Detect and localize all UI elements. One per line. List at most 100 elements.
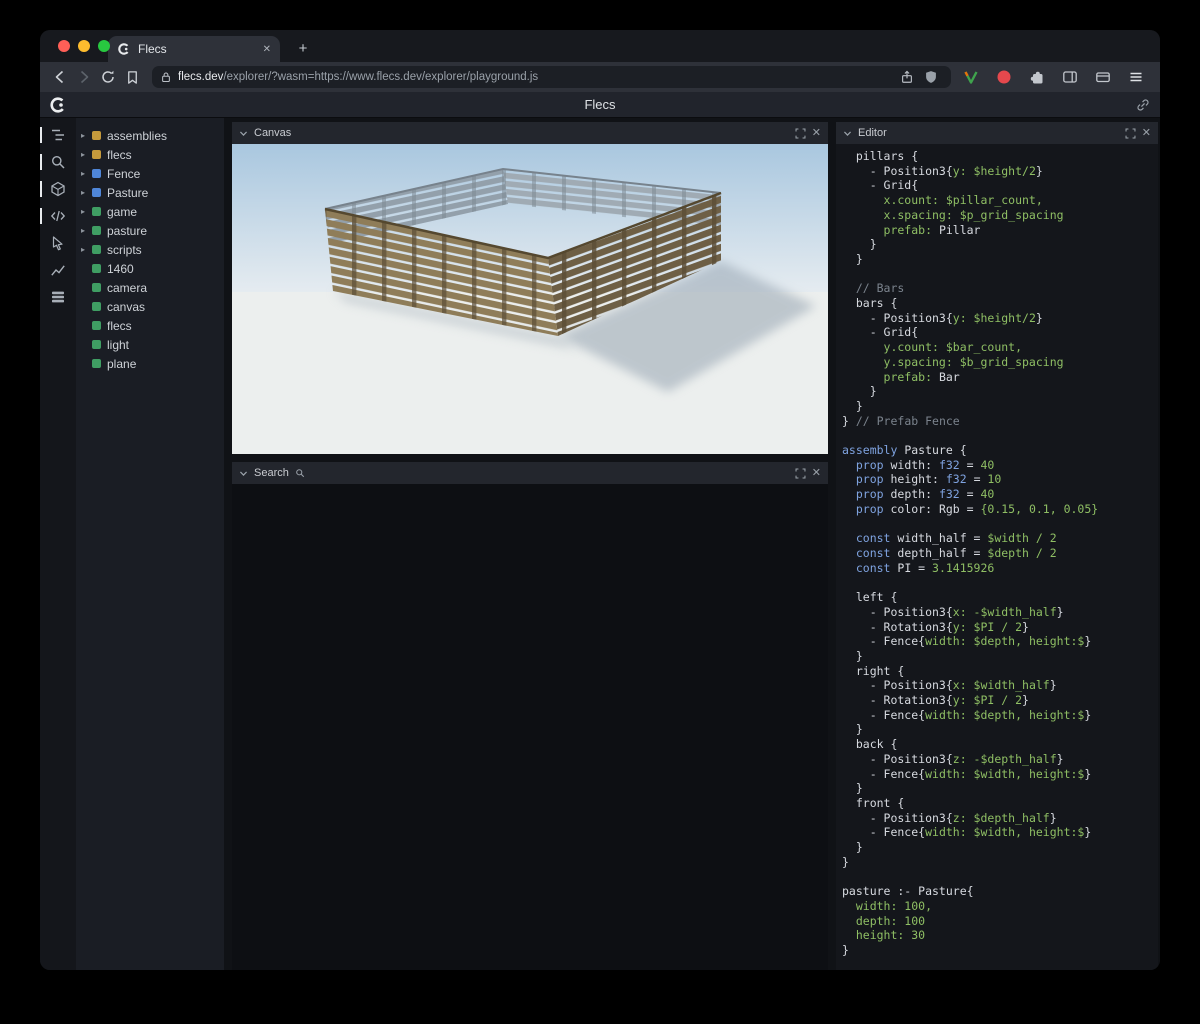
main-column: Canvas ✕	[232, 122, 828, 970]
window-minimize-button[interactable]	[78, 40, 90, 52]
tree-item-canvas[interactable]: canvas	[76, 297, 224, 316]
rail-code-editor-button[interactable]	[40, 207, 76, 225]
editor-panel-header: Editor ✕	[836, 122, 1158, 144]
red-dot-extension-icon[interactable]	[992, 65, 1016, 89]
chevron-down-icon[interactable]	[239, 130, 248, 137]
share-link-icon[interactable]	[1136, 98, 1150, 112]
entity-kind-icon	[92, 207, 101, 216]
tree-item-label: flecs	[107, 319, 132, 333]
canvas-panel-body	[232, 144, 828, 454]
secure-lock-icon	[160, 71, 172, 83]
browser-window: Flecs ✕ + flecs.dev/explorer/?wasm=https…	[40, 30, 1160, 970]
rail-entity-tree-button[interactable]	[40, 126, 76, 144]
entity-kind-icon	[92, 169, 101, 178]
rail-statistics-button[interactable]	[40, 261, 76, 279]
tree-item-plane[interactable]: plane	[76, 354, 224, 373]
rail-search-button[interactable]	[40, 153, 76, 171]
entity-kind-icon	[92, 321, 101, 330]
sidebar-panel-icon[interactable]	[1058, 65, 1082, 89]
browser-tab[interactable]: Flecs ✕	[108, 36, 280, 62]
tab-close-icon[interactable]: ✕	[263, 44, 271, 55]
tab-title: Flecs	[138, 42, 256, 56]
entity-kind-icon	[92, 245, 101, 254]
tree-item-label: scripts	[107, 243, 142, 257]
entity-kind-icon	[92, 150, 101, 159]
search-panel-body[interactable]	[232, 484, 828, 970]
entity-tree-panel: ▸ assemblies ▸ flecs ▸ Fence ▸ Pasture ▸game▸pas…	[76, 118, 224, 970]
app-body: ▸ assemblies ▸ flecs ▸ Fence ▸ Pasture ▸game▸pas…	[40, 118, 1160, 970]
rail-data-tables-button[interactable]	[40, 288, 76, 306]
close-panel-icon[interactable]: ✕	[1142, 128, 1151, 139]
green-v-extension-icon[interactable]	[959, 65, 983, 89]
close-panel-icon[interactable]: ✕	[812, 128, 821, 139]
entity-tree-list: ▸ assemblies ▸ flecs ▸ Fence ▸ Pasture ▸game▸pas…	[76, 126, 224, 373]
browser-toolbar: flecs.dev/explorer/?wasm=https://www.fle…	[40, 62, 1160, 92]
tree-item-label: flecs	[107, 148, 132, 162]
tree-item-label: Pasture	[107, 186, 148, 200]
tree-item-camera[interactable]: camera	[76, 278, 224, 297]
app-header: Flecs	[40, 92, 1160, 118]
tree-item-label: light	[107, 338, 129, 352]
extensions-puzzle-icon[interactable]	[1025, 65, 1049, 89]
tree-item-pasture[interactable]: ▸pasture	[76, 221, 224, 240]
forward-button[interactable]	[72, 65, 96, 89]
editor-code[interactable]: pillars { - Position3{y: $height/2} - Gr…	[836, 144, 1158, 958]
toolbar-extensions	[959, 65, 1152, 89]
close-panel-icon[interactable]: ✕	[812, 468, 821, 479]
url-text: flecs.dev/explorer/?wasm=https://www.fle…	[178, 71, 895, 83]
rail-inspector-button[interactable]	[40, 234, 76, 252]
reload-button[interactable]	[96, 65, 120, 89]
tree-item-label: plane	[107, 357, 136, 371]
tree-item-game[interactable]: ▸game	[76, 202, 224, 221]
search-panel: Search ✕	[232, 462, 828, 970]
tree-item-assemblies[interactable]: ▸ assemblies	[76, 126, 224, 145]
entity-kind-icon	[92, 302, 101, 311]
tree-item-label: canvas	[107, 300, 145, 314]
expand-arrow-icon[interactable]: ▸	[81, 150, 92, 159]
flecs-explorer-app: Flecs	[40, 92, 1160, 970]
left-icon-rail	[40, 118, 76, 970]
entity-kind-icon	[92, 264, 101, 273]
tree-item-Fence[interactable]: ▸ Fence	[76, 164, 224, 183]
entity-kind-icon	[92, 188, 101, 197]
expand-arrow-icon[interactable]: ▸	[81, 226, 92, 235]
new-tab-button[interactable]: +	[292, 40, 314, 57]
tree-item-label: camera	[107, 281, 147, 295]
window-close-button[interactable]	[58, 40, 70, 52]
address-bar[interactable]: flecs.dev/explorer/?wasm=https://www.fle…	[152, 66, 951, 88]
expand-arrow-icon[interactable]: ▸	[81, 245, 92, 254]
expand-arrow-icon[interactable]: ▸	[81, 131, 92, 140]
fullscreen-icon[interactable]	[1125, 128, 1136, 139]
brave-shield-icon[interactable]	[919, 65, 943, 89]
tree-item-label: Fence	[107, 167, 140, 181]
expand-arrow-icon[interactable]: ▸	[81, 207, 92, 216]
rail-scene-canvas-button[interactable]	[40, 180, 76, 198]
expand-arrow-icon[interactable]: ▸	[81, 188, 92, 197]
search-icon	[295, 468, 305, 478]
fullscreen-icon[interactable]	[795, 468, 806, 479]
tree-item-light[interactable]: light	[76, 335, 224, 354]
tree-item-scripts[interactable]: ▸ scripts	[76, 240, 224, 259]
editor-panel-body: pillars { - Position3{y: $height/2} - Gr…	[836, 144, 1158, 970]
back-button[interactable]	[48, 65, 72, 89]
share-icon[interactable]	[895, 65, 919, 89]
fullscreen-icon[interactable]	[795, 128, 806, 139]
page-title: Flecs	[40, 97, 1160, 112]
window-zoom-button[interactable]	[98, 40, 110, 52]
tree-item-Pasture[interactable]: ▸ Pasture	[76, 183, 224, 202]
chevron-down-icon[interactable]	[843, 130, 852, 137]
expand-arrow-icon[interactable]: ▸	[81, 169, 92, 178]
traffic-lights	[58, 40, 110, 52]
tree-item-label: assemblies	[107, 129, 167, 143]
chevron-down-icon[interactable]	[239, 470, 248, 477]
bookmark-sidebar-button[interactable]	[120, 65, 144, 89]
tree-item-flecs[interactable]: flecs	[76, 316, 224, 335]
tree-item-flecs[interactable]: ▸ flecs	[76, 145, 224, 164]
menu-hamburger-icon[interactable]	[1124, 65, 1148, 89]
canvas-3d-scene[interactable]	[232, 144, 828, 454]
wallet-card-icon[interactable]	[1091, 65, 1115, 89]
tree-item-1460[interactable]: 1460	[76, 259, 224, 278]
entity-kind-icon	[92, 359, 101, 368]
flecs-favicon	[117, 42, 131, 56]
search-panel-title: Search	[254, 467, 289, 479]
